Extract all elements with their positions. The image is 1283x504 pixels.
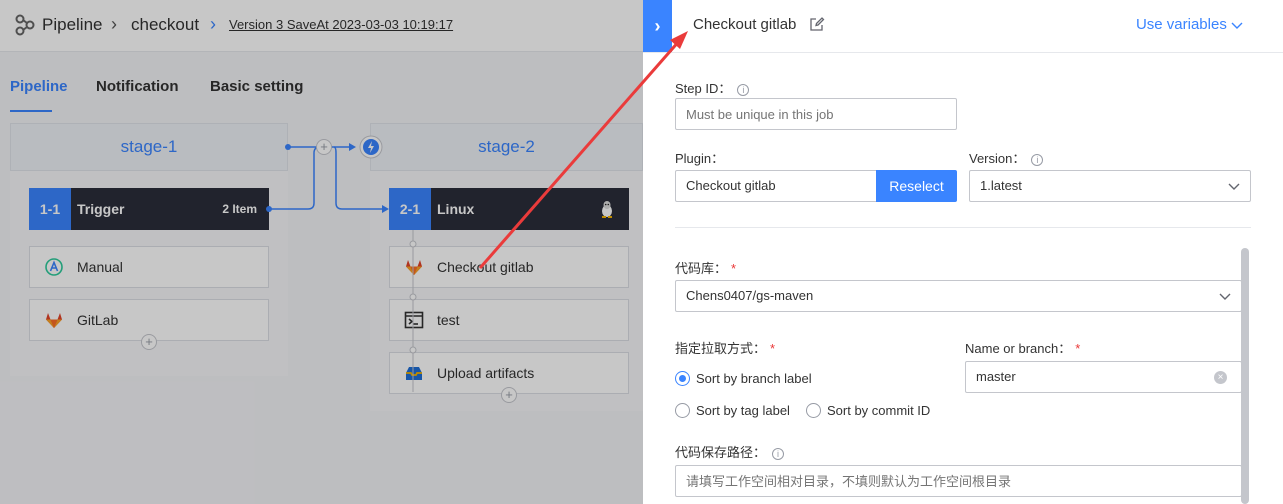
modal-overlay[interactable]	[0, 0, 643, 504]
repo-selected-value: Chens0407/gs-maven	[686, 288, 814, 303]
pull-mode-label: 指定拉取方式： *	[675, 338, 775, 357]
section-divider	[675, 227, 1251, 228]
pull-mode-label-text: 指定拉取方式：	[675, 341, 767, 356]
version-select[interactable]: 1.latest	[969, 170, 1251, 202]
branch-name-label: Name or branch： *	[965, 338, 1080, 357]
chevron-down-icon	[1231, 22, 1243, 30]
panel-header-divider	[643, 52, 1283, 53]
radio-checked-icon	[675, 371, 690, 387]
branch-name-value: master	[976, 369, 1016, 384]
step-id-input[interactable]	[675, 98, 957, 130]
plugin-label: Plugin：	[675, 151, 725, 166]
chevron-down-icon	[1228, 183, 1240, 190]
repo-label-text: 代码库：	[675, 261, 728, 276]
branch-name-label-text: Name or branch：	[965, 341, 1072, 356]
repo-label: 代码库： *	[675, 258, 736, 277]
version-selected-value: 1.latest	[980, 178, 1022, 193]
version-label-text: Version：	[969, 151, 1026, 166]
chevron-down-icon	[1219, 293, 1231, 300]
use-variables-label: Use variables	[1135, 16, 1227, 33]
info-icon[interactable]: i	[737, 83, 750, 96]
save-path-input[interactable]	[675, 465, 1242, 497]
info-icon[interactable]: i	[1031, 153, 1044, 166]
step-id-label: Step ID： i	[675, 78, 750, 97]
branch-name-input[interactable]: master ×	[965, 361, 1242, 393]
step-id-label-text: Step ID：	[675, 81, 732, 96]
use-variables-dropdown[interactable]: Use variables	[1136, 16, 1243, 33]
radio-label: Sort by branch label	[696, 371, 812, 386]
radio-sort-by-branch[interactable]: Sort by branch label	[675, 371, 812, 387]
reselect-button[interactable]: Reselect	[876, 170, 957, 202]
step-edit-panel: › Checkout gitlab Use variables Step ID：…	[643, 0, 1283, 504]
plugin-field: Checkout gitlab	[675, 170, 877, 202]
radio-sort-by-commit[interactable]: Sort by commit ID	[806, 403, 930, 419]
panel-scrollbar[interactable]	[1241, 248, 1249, 504]
collapse-panel-button[interactable]: ›	[643, 0, 672, 52]
version-label: Version： i	[969, 148, 1044, 167]
repo-select[interactable]: Chens0407/gs-maven	[675, 280, 1242, 312]
save-path-label-text: 代码保存路径：	[675, 445, 767, 460]
radio-unchecked-icon	[806, 403, 821, 419]
save-path-label: 代码保存路径： i	[675, 442, 785, 461]
clear-icon[interactable]: ×	[1214, 371, 1227, 384]
panel-title: Checkout gitlab	[693, 16, 797, 33]
radio-label: Sort by tag label	[696, 403, 790, 418]
radio-unchecked-icon	[675, 403, 690, 419]
info-icon[interactable]: i	[772, 447, 785, 460]
required-marker: *	[1075, 341, 1081, 356]
radio-sort-by-tag[interactable]: Sort by tag label	[675, 403, 790, 419]
edit-icon[interactable]	[809, 16, 825, 32]
required-marker: *	[770, 341, 776, 356]
radio-label: Sort by commit ID	[827, 403, 931, 418]
required-marker: *	[731, 261, 737, 276]
